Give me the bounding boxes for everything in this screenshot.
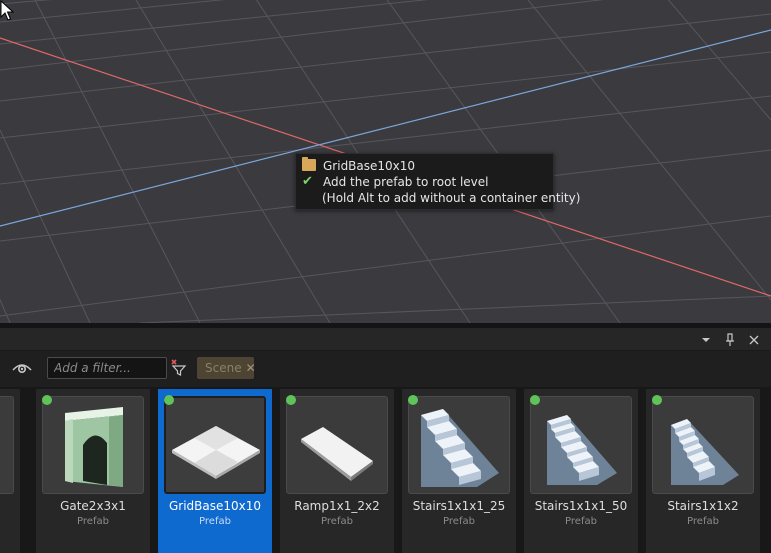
status-dot	[652, 395, 662, 405]
status-dot	[42, 395, 52, 405]
folder-icon	[302, 157, 316, 171]
grid-base-thumbnail	[164, 396, 266, 494]
filter-input[interactable]	[47, 357, 167, 379]
asset-type: Prefab	[443, 516, 475, 527]
asset-name: Stairs1x1x1_50	[534, 499, 628, 513]
pin-icon[interactable]	[722, 332, 738, 348]
asset-grid: Gate2x3x1 Prefab GridBase10x10 Prefab Ra…	[0, 387, 771, 553]
asset-name: GridBase10x10	[168, 499, 262, 513]
stairs-thumbnail	[530, 396, 632, 494]
gate-thumbnail	[42, 396, 144, 494]
status-dot	[408, 395, 418, 405]
filter-clear-icon[interactable]	[170, 359, 188, 377]
asset-tile-stairs1x1x2[interactable]: Stairs1x1x2 Prefab	[646, 389, 760, 553]
status-dot	[286, 395, 296, 405]
asset-name: Stairs1x1x1_25	[412, 499, 506, 513]
dropdown-arrow-icon[interactable]	[698, 332, 714, 348]
asset-type: Prefab	[687, 516, 719, 527]
scene-filter-tag[interactable]: Scene ✕	[197, 357, 256, 379]
tooltip-title: GridBase10x10	[323, 159, 416, 173]
stairs-thumbnail	[652, 396, 754, 494]
viewport-3d[interactable]: GridBase10x10 ✔ Add the prefab to root l…	[0, 0, 771, 323]
asset-tile[interactable]	[0, 389, 20, 553]
remove-tag-icon[interactable]: ✕	[246, 361, 256, 375]
tooltip-line1: Add the prefab to root level	[323, 175, 489, 189]
scene-tag-label: Scene	[205, 361, 242, 375]
eye-icon[interactable]	[11, 360, 33, 376]
check-icon: ✔	[302, 174, 313, 189]
status-dot	[530, 395, 540, 405]
drop-tooltip: GridBase10x10 ✔ Add the prefab to root l…	[295, 153, 580, 210]
asset-type: Prefab	[321, 516, 353, 527]
asset-type: Prefab	[199, 516, 231, 527]
asset-tile-gate2x3x1[interactable]: Gate2x3x1 Prefab	[36, 389, 150, 553]
tooltip-line2: (Hold Alt to add without a container ent…	[322, 191, 581, 205]
close-icon[interactable]	[746, 332, 762, 348]
stairs-thumbnail	[408, 396, 510, 494]
asset-type: Prefab	[77, 516, 109, 527]
asset-tile-ramp1x1_2x2[interactable]: Ramp1x1_2x2 Prefab	[280, 389, 394, 553]
asset-panel-header	[0, 328, 771, 351]
asset-name: Gate2x3x1	[60, 499, 126, 513]
partial-prefab-thumbnail	[0, 396, 14, 494]
mouse-cursor-icon	[0, 0, 15, 21]
status-dot	[164, 395, 174, 405]
asset-name: Ramp1x1_2x2	[294, 499, 380, 513]
ramp-thumbnail	[286, 396, 388, 494]
asset-type: Prefab	[565, 516, 597, 527]
asset-name: Stairs1x1x2	[667, 499, 739, 513]
asset-tile-gridbase10x10[interactable]: GridBase10x10 Prefab	[158, 389, 272, 553]
asset-tile-stairs1x1x1_50[interactable]: Stairs1x1x1_50 Prefab	[524, 389, 638, 553]
asset-tile-stairs1x1x1_25[interactable]: Stairs1x1x1_25 Prefab	[402, 389, 516, 553]
